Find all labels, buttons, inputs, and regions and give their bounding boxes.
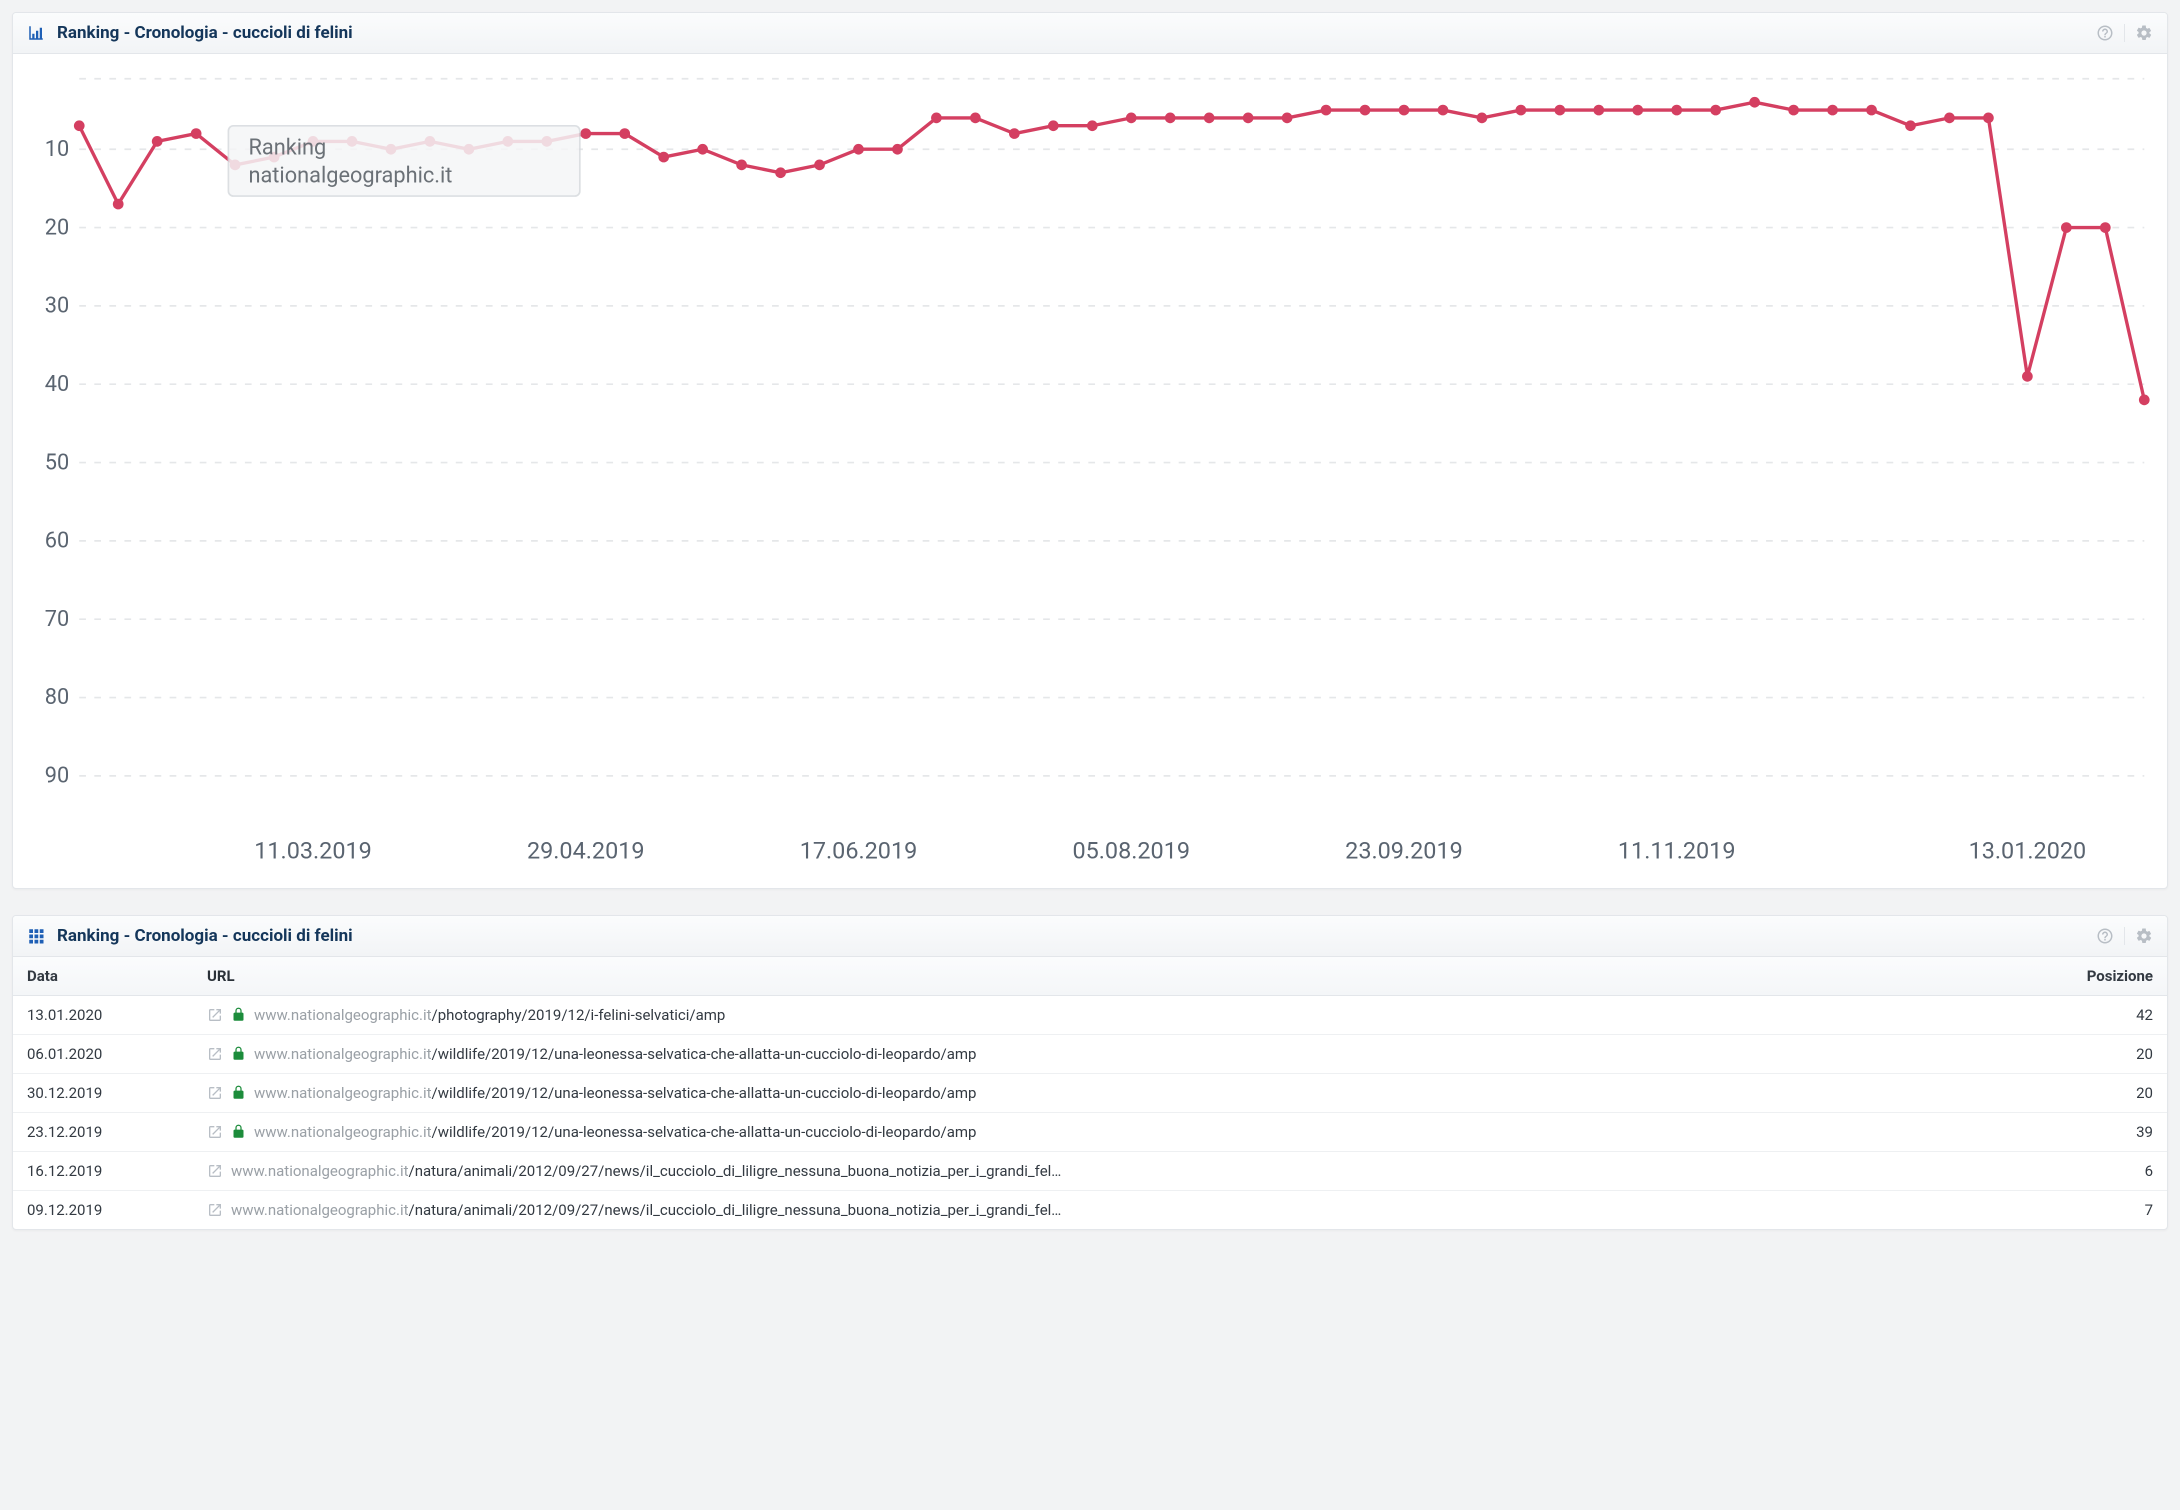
- cell-url: www.nationalgeographic.it/wildlife/2019/…: [193, 1034, 2047, 1073]
- cell-position: 7: [2047, 1190, 2167, 1229]
- external-link-icon[interactable]: [207, 1085, 223, 1101]
- gear-icon[interactable]: [2135, 24, 2153, 42]
- svg-text:11.11.2019: 11.11.2019: [1618, 837, 1736, 865]
- svg-text:Ranking: Ranking: [248, 135, 326, 160]
- svg-text:70: 70: [45, 607, 69, 632]
- cell-position: 39: [2047, 1112, 2167, 1151]
- external-link-icon[interactable]: [207, 1007, 223, 1023]
- cell-position: 6: [2047, 1151, 2167, 1190]
- svg-text:23.09.2019: 23.09.2019: [1345, 837, 1463, 865]
- svg-text:nationalgeographic.it: nationalgeographic.it: [248, 164, 452, 189]
- chart-canvas-wrap: 10 20 30 40 50 60 70 80 90 11.03.2019 29.04.2019 17…: [13, 54, 2167, 888]
- svg-text:05.08.2019: 05.08.2019: [1072, 837, 1190, 865]
- url-text[interactable]: www.nationalgeographic.it/natura/animali…: [231, 1201, 1061, 1219]
- panel-chart: Ranking - Cronologia - cuccioli di felin…: [12, 12, 2168, 889]
- lock-icon: [231, 1124, 246, 1139]
- url-text[interactable]: www.nationalgeographic.it/photography/20…: [254, 1006, 725, 1024]
- svg-text:40: 40: [45, 372, 69, 397]
- cell-date: 13.01.2020: [13, 995, 193, 1034]
- cell-position: 20: [2047, 1073, 2167, 1112]
- cell-url: www.nationalgeographic.it/photography/20…: [193, 995, 2047, 1034]
- url-text[interactable]: www.nationalgeographic.it/wildlife/2019/…: [254, 1045, 976, 1063]
- ranking-history-table: Data URL Posizione 13.01.2020 www.nationa…: [13, 957, 2167, 1229]
- table-header-row: Data URL Posizione: [13, 957, 2167, 996]
- col-date-header[interactable]: Data: [13, 957, 193, 996]
- external-link-icon[interactable]: [207, 1163, 223, 1179]
- svg-text:10: 10: [45, 137, 69, 162]
- cell-url: www.nationalgeographic.it/natura/animali…: [193, 1190, 2047, 1229]
- separator: [2124, 24, 2125, 42]
- svg-text:50: 50: [45, 450, 69, 475]
- lock-icon: [231, 1007, 246, 1022]
- panel-table: Ranking - Cronologia - cuccioli di felin…: [12, 915, 2168, 1230]
- svg-text:80: 80: [45, 685, 69, 710]
- lock-icon: [231, 1046, 246, 1061]
- table-row: 09.12.2019 www.nationalgeographic.it/natu…: [13, 1190, 2167, 1229]
- panel-table-title: Ranking - Cronologia - cuccioli di felin…: [57, 926, 353, 946]
- ranking-line-chart[interactable]: 10 20 30 40 50 60 70 80 90 11.03.2019 29.04.2019 17…: [19, 62, 2161, 882]
- help-icon[interactable]: [2096, 24, 2114, 42]
- chart-icon: [27, 24, 45, 42]
- external-link-icon[interactable]: [207, 1124, 223, 1140]
- cell-url: www.nationalgeographic.it/wildlife/2019/…: [193, 1073, 2047, 1112]
- svg-text:13.01.2020: 13.01.2020: [1969, 837, 2087, 865]
- chart-tooltip: Ranking nationalgeographic.it: [228, 126, 579, 196]
- cell-position: 42: [2047, 995, 2167, 1034]
- table-row: 16.12.2019 www.nationalgeographic.it/natu…: [13, 1151, 2167, 1190]
- lock-icon: [231, 1085, 246, 1100]
- panel-chart-header: Ranking - Cronologia - cuccioli di felin…: [13, 13, 2167, 54]
- url-text[interactable]: www.nationalgeographic.it/natura/animali…: [231, 1162, 1061, 1180]
- cell-url: www.nationalgeographic.it/natura/animali…: [193, 1151, 2047, 1190]
- panel-table-title-wrap: Ranking - Cronologia - cuccioli di felin…: [27, 926, 353, 946]
- separator: [2124, 927, 2125, 945]
- panel-table-header: Ranking - Cronologia - cuccioli di felin…: [13, 916, 2167, 957]
- external-link-icon[interactable]: [207, 1202, 223, 1218]
- panel-chart-title: Ranking - Cronologia - cuccioli di felin…: [57, 23, 353, 43]
- help-icon[interactable]: [2096, 927, 2114, 945]
- table-row: 06.01.2020 www.nationalgeographic.it/wild…: [13, 1034, 2167, 1073]
- cell-date: 06.01.2020: [13, 1034, 193, 1073]
- table-row: 13.01.2020 www.nationalgeographic.it/phot…: [13, 995, 2167, 1034]
- cell-position: 20: [2047, 1034, 2167, 1073]
- svg-text:30: 30: [45, 294, 69, 319]
- panel-table-actions: [2096, 927, 2153, 945]
- cell-date: 23.12.2019: [13, 1112, 193, 1151]
- svg-text:17.06.2019: 17.06.2019: [800, 837, 918, 865]
- url-text[interactable]: www.nationalgeographic.it/wildlife/2019/…: [254, 1123, 976, 1141]
- cell-date: 16.12.2019: [13, 1151, 193, 1190]
- cell-date: 09.12.2019: [13, 1190, 193, 1229]
- external-link-icon[interactable]: [207, 1046, 223, 1062]
- svg-text:20: 20: [45, 215, 69, 240]
- panel-chart-actions: [2096, 24, 2153, 42]
- svg-text:11.03.2019: 11.03.2019: [254, 837, 372, 865]
- table-row: 30.12.2019 www.nationalgeographic.it/wild…: [13, 1073, 2167, 1112]
- col-pos-header[interactable]: Posizione: [2047, 957, 2167, 996]
- svg-text:90: 90: [45, 764, 69, 789]
- url-text[interactable]: www.nationalgeographic.it/wildlife/2019/…: [254, 1084, 976, 1102]
- svg-text:60: 60: [45, 529, 69, 554]
- gear-icon[interactable]: [2135, 927, 2153, 945]
- panel-chart-title-wrap: Ranking - Cronologia - cuccioli di felin…: [27, 23, 353, 43]
- col-url-header[interactable]: URL: [193, 957, 2047, 996]
- table-row: 23.12.2019 www.nationalgeographic.it/wild…: [13, 1112, 2167, 1151]
- cell-date: 30.12.2019: [13, 1073, 193, 1112]
- cell-url: www.nationalgeographic.it/wildlife/2019/…: [193, 1112, 2047, 1151]
- svg-text:29.04.2019: 29.04.2019: [527, 837, 645, 865]
- grid-icon: [27, 927, 45, 945]
